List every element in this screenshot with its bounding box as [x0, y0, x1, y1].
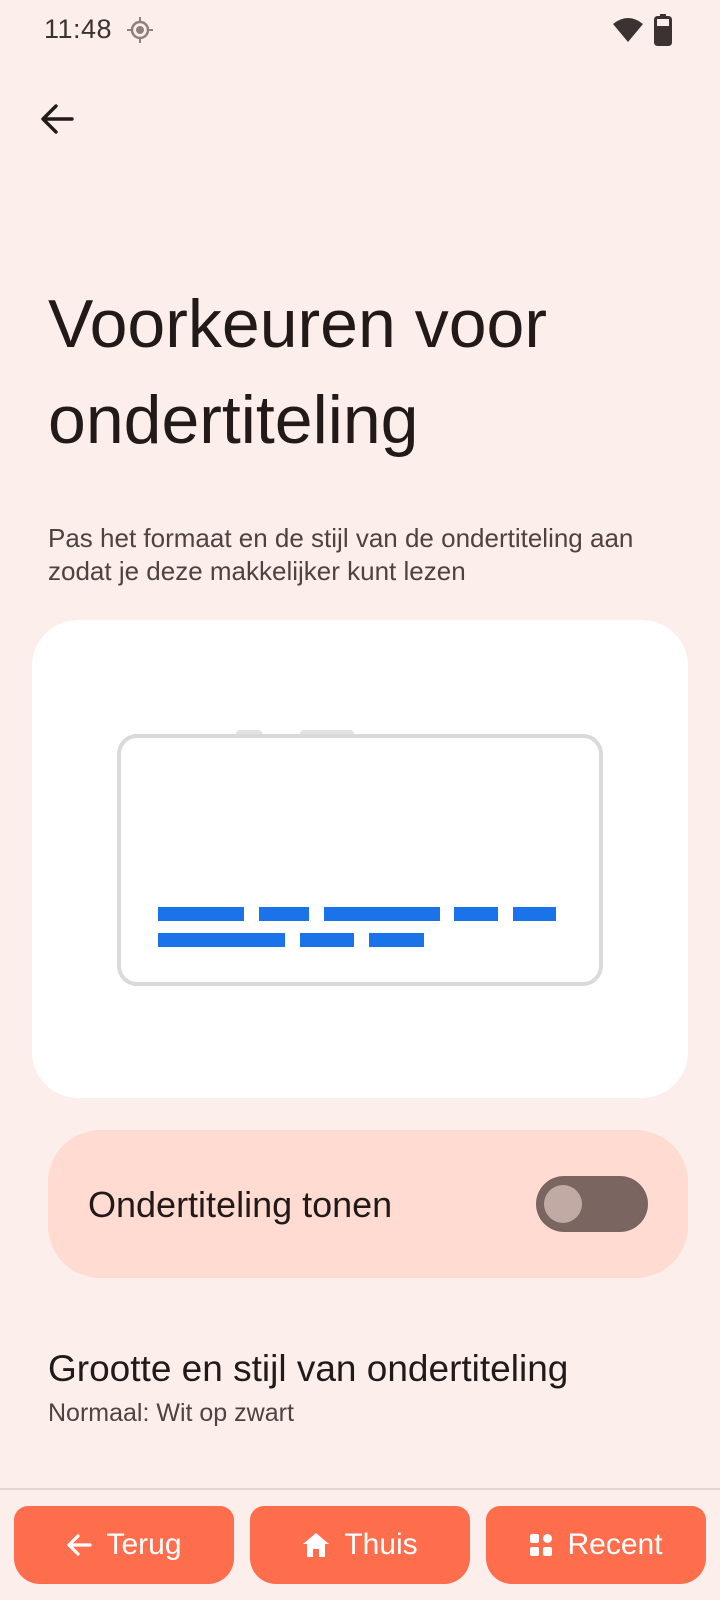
caption-size-style-setting[interactable]: Grootte en stijl van ondertiteling Norma… — [48, 1346, 688, 1446]
navigation-bar: Terug Thuis Recent — [0, 1488, 720, 1600]
nav-home-label: Thuis — [344, 1528, 418, 1561]
recent-apps-icon — [530, 1534, 553, 1556]
wifi-icon — [613, 18, 643, 42]
nav-back-label: Terug — [106, 1528, 182, 1561]
show-captions-switch[interactable] — [536, 1176, 648, 1232]
nav-back-button[interactable]: Terug — [14, 1506, 234, 1584]
show-captions-toggle-row[interactable]: Ondertiteling tonen — [48, 1130, 688, 1278]
location-icon — [127, 17, 153, 43]
back-button[interactable] — [30, 92, 84, 146]
status-bar: 11:48 — [0, 0, 720, 64]
caption-preview-card — [32, 620, 688, 1098]
battery-icon — [654, 14, 672, 46]
status-time: 11:48 — [44, 14, 113, 44]
nav-recent-label: Recent — [567, 1528, 663, 1561]
arrow-back-icon — [41, 104, 74, 134]
setting-title: Grootte en stijl van ondertiteling — [48, 1348, 569, 1389]
setting-subtitle: Normaal: Wit op zwart — [48, 1399, 294, 1427]
caption-preview-illustration — [117, 730, 603, 986]
nav-home-button[interactable]: Thuis — [250, 1506, 470, 1584]
home-icon — [303, 1533, 330, 1557]
show-captions-label: Ondertiteling tonen — [88, 1184, 393, 1225]
page-title: Voorkeuren voor ondertiteling — [48, 286, 547, 458]
switch-thumb — [544, 1185, 582, 1223]
nav-recent-button[interactable]: Recent — [486, 1506, 706, 1584]
page-description: Pas het formaat en de stijl van de onder… — [48, 523, 634, 586]
arrow-left-icon — [67, 1534, 93, 1556]
